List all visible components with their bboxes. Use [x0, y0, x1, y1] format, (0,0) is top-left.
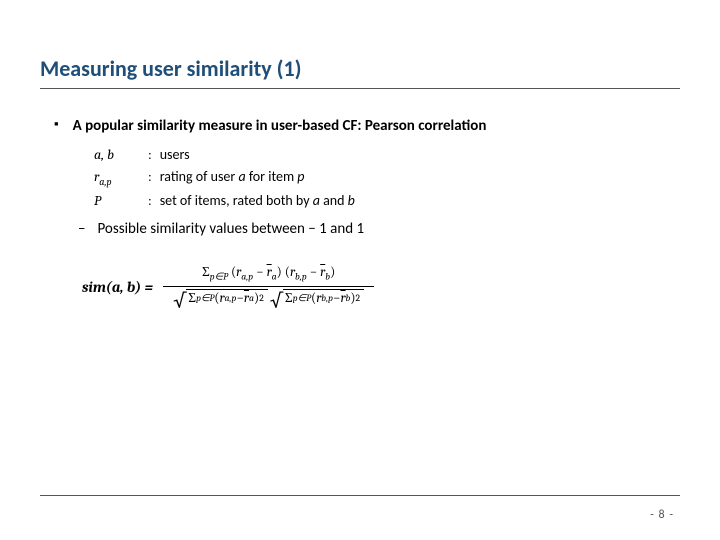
sim-label: sim(a, b) =	[82, 276, 153, 299]
def-ab: a, b : users	[94, 144, 680, 166]
def-rap-term: ra,p	[94, 166, 140, 190]
def-P: P : set of items, rated both by a and b	[94, 190, 680, 212]
content-body: ▪ A popular similarity measure in user-b…	[54, 115, 680, 311]
def-P-desc: set of items, rated both by a and b	[160, 190, 355, 212]
bottom-rule	[40, 495, 680, 496]
def-colon: :	[148, 190, 152, 212]
def-P-term: P	[94, 190, 140, 212]
fraction: Σp∈P (ra,p − ra) (rb,p − rb) √ Σp∈P (ra,…	[163, 263, 374, 311]
sub-bullet-text: Possible similarity values between − 1 a…	[97, 218, 364, 241]
numerator: Σp∈P (ra,p − ra) (rb,p − rb)	[192, 263, 345, 286]
def-ab-desc: users	[160, 144, 190, 166]
sqrt-a: √ Σp∈P (ra,p − ra)2	[173, 289, 268, 309]
def-colon: :	[148, 166, 152, 188]
bullet-text: A popular similarity measure in user-bas…	[73, 115, 487, 138]
sub-bullet: – Possible similarity values between − 1…	[78, 218, 680, 241]
sqrt-b: √ Σp∈P (rb,p − rb)2	[270, 289, 364, 309]
bullet-icon: ▪	[54, 115, 59, 135]
slide: Measuring user similarity (1) ▪ A popula…	[0, 0, 720, 540]
page-number: - 8 -	[650, 508, 674, 522]
pearson-formula: sim(a, b) = Σp∈P (ra,p − ra) (rb,p − rb)…	[82, 263, 680, 311]
def-rap: ra,p : rating of user a for item p	[94, 166, 680, 190]
definition-block: a, b : users ra,p : rating of user a for…	[94, 144, 680, 212]
def-ab-term: a, b	[94, 144, 140, 166]
title-rule	[40, 88, 680, 89]
bullet-main: ▪ A popular similarity measure in user-b…	[54, 115, 680, 138]
dash-icon: –	[78, 218, 85, 241]
slide-title: Measuring user similarity (1)	[40, 55, 301, 82]
def-colon: :	[148, 144, 152, 166]
denominator: √ Σp∈P (ra,p − ra)2 √ Σp∈P (rb,p − rb)2	[163, 287, 374, 311]
def-rap-desc: rating of user a for item p	[160, 166, 305, 188]
